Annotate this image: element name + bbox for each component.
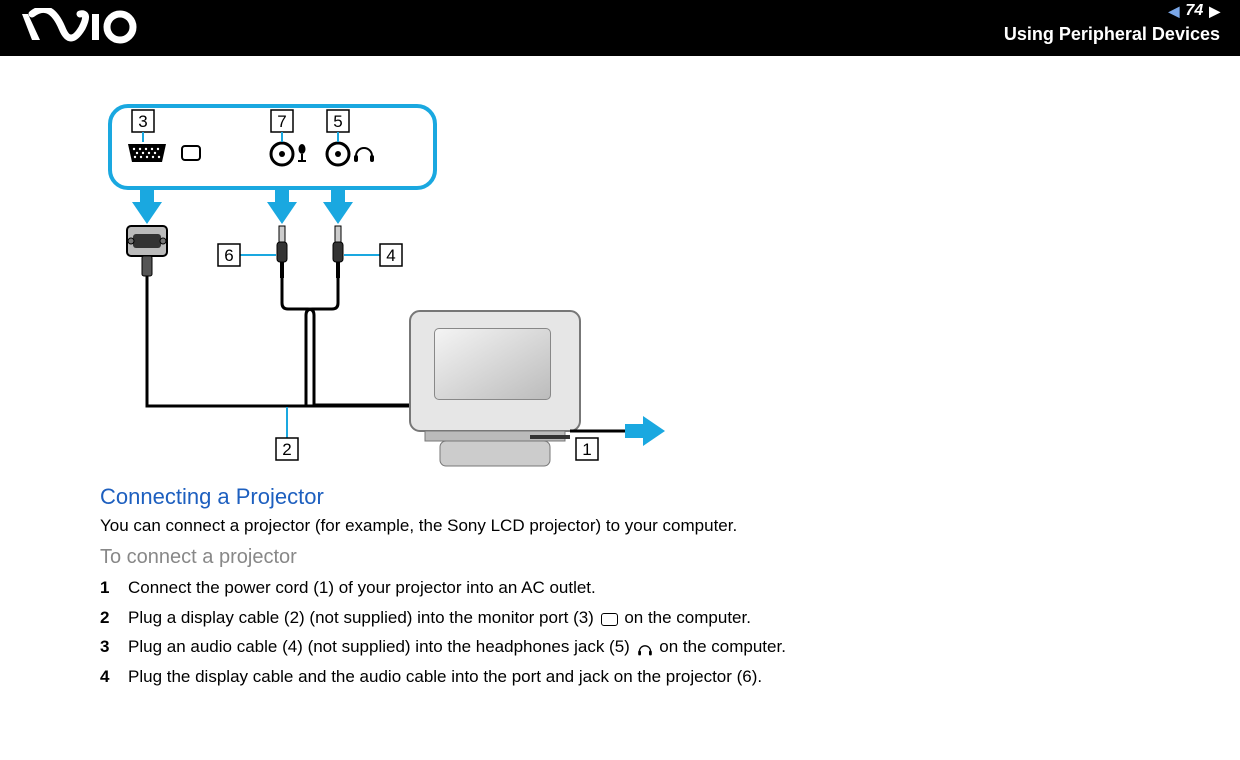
step-4: 4 Plug the display cable and the audio c… — [100, 664, 1170, 690]
sub-heading: To connect a projector — [100, 546, 1170, 569]
step-text: Connect the power cord (1) of your proje… — [128, 575, 596, 601]
monitor-port-icon — [601, 613, 618, 626]
next-page-arrow[interactable]: ▶ — [1209, 3, 1220, 20]
step-number: 3 — [100, 634, 128, 660]
page-number: 74 — [1185, 2, 1203, 20]
step-number: 4 — [100, 664, 128, 690]
intro-text: You can connect a projector (for example… — [100, 516, 1170, 536]
step-3: 3 Plug an audio cable (4) (not supplied)… — [100, 634, 1170, 660]
step-2: 2 Plug a display cable (2) (not supplied… — [100, 605, 1170, 631]
callout-1: 1 — [582, 440, 591, 459]
callout-4: 4 — [386, 246, 395, 265]
callout-6: 6 — [224, 246, 233, 265]
page-nav: ◀ 74 ▶ — [1169, 2, 1220, 20]
step-text: Plug an audio cable (4) (not supplied) i… — [128, 634, 786, 660]
section-heading: Connecting a Projector — [100, 484, 1170, 510]
step-number: 1 — [100, 575, 128, 601]
step-text: Plug the display cable and the audio cab… — [128, 664, 762, 690]
step-1: 1 Connect the power cord (1) of your pro… — [100, 575, 1170, 601]
page-header: ◀ 74 ▶ Using Peripheral Devices — [0, 0, 1240, 56]
headphones-jack-icon — [637, 641, 653, 655]
page-content: 3 7 5 6 4 2 1 — [0, 56, 1240, 689]
connection-diagram: 3 7 5 6 4 2 1 — [100, 86, 700, 476]
vaio-logo — [20, 8, 140, 46]
callout-2: 2 — [282, 440, 291, 459]
callout-3: 3 — [138, 112, 147, 131]
steps-list: 1 Connect the power cord (1) of your pro… — [100, 575, 1170, 689]
callout-7: 7 — [277, 112, 286, 131]
callout-5: 5 — [333, 112, 342, 131]
step-number: 2 — [100, 605, 128, 631]
prev-page-arrow[interactable]: ◀ — [1169, 3, 1180, 20]
step-text: Plug a display cable (2) (not supplied) … — [128, 605, 751, 631]
header-section-title: Using Peripheral Devices — [1004, 24, 1220, 45]
